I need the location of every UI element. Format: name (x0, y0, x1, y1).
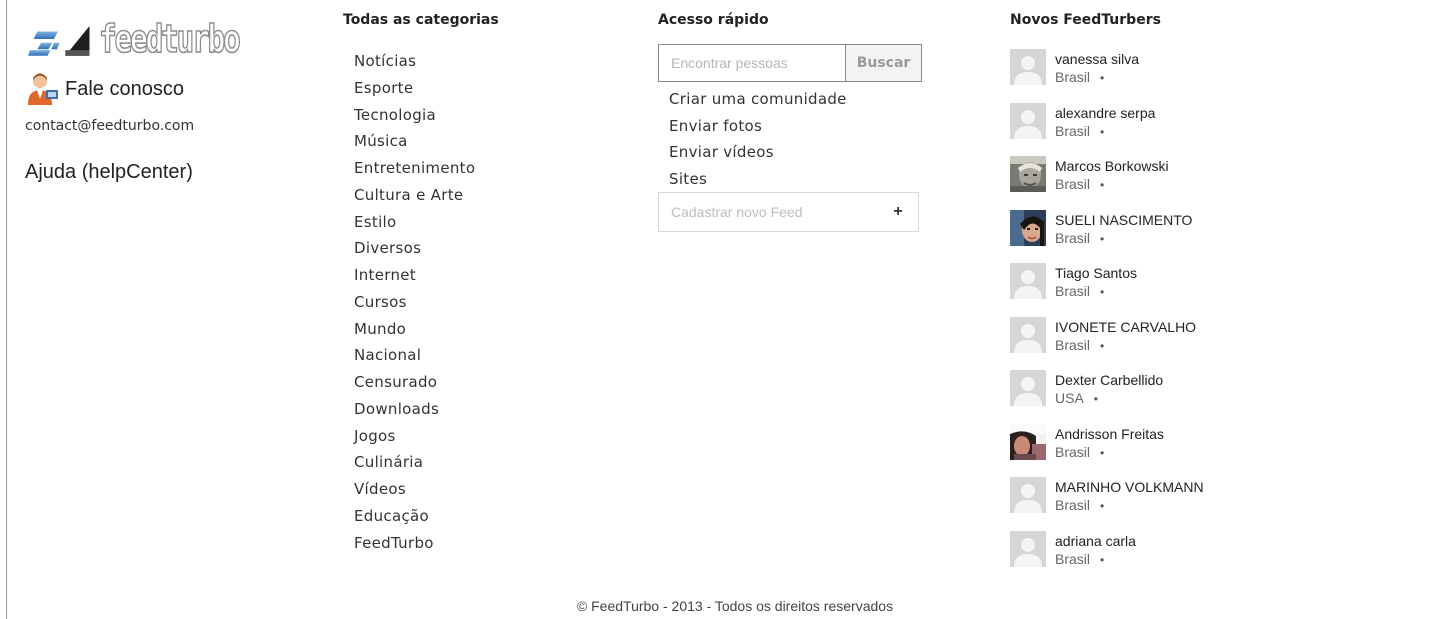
new-members-heading: Novos FeedTurbers (1010, 12, 1161, 28)
member-name[interactable]: MARINHO VOLKMANN (1055, 479, 1204, 495)
page-left-border (6, 0, 7, 619)
category-link-cultura-e-arte[interactable]: Cultura e Arte (354, 182, 475, 209)
quick-link-enviar-videos[interactable]: Enviar vídeos (669, 139, 847, 166)
member-avatar[interactable] (1010, 477, 1046, 513)
category-link-entretenimento[interactable]: Entretenimento (354, 155, 475, 182)
member-name[interactable]: adriana carla (1055, 533, 1136, 549)
member-bullet: • (1100, 178, 1105, 192)
contact-link[interactable]: Fale conosco (25, 72, 184, 106)
add-feed-button[interactable]: + (878, 203, 918, 221)
member-avatar[interactable] (1010, 370, 1046, 406)
category-link-esporte[interactable]: Esporte (354, 75, 475, 102)
member-bullet: • (1093, 392, 1098, 406)
category-link-censurado[interactable]: Censurado (354, 369, 475, 396)
people-search-form: Buscar (658, 44, 922, 82)
member-country-label: Brasil (1055, 69, 1091, 85)
member-avatar[interactable] (1010, 530, 1046, 567)
member-avatar[interactable] (1010, 316, 1046, 353)
member-country: Brasil • (1055, 444, 1104, 460)
member-bullet: • (1100, 445, 1105, 460)
member-name[interactable]: SUELI NASCIMENTO (1055, 212, 1192, 228)
category-link-culinaria[interactable]: Culinária (354, 449, 475, 476)
member-country: Brasil • (1055, 337, 1104, 353)
category-link-tecnologia[interactable]: Tecnologia (354, 102, 475, 129)
category-list: Notícias Esporte Tecnologia Música Entreteni… (354, 48, 475, 556)
category-link-videos[interactable]: Vídeos (354, 476, 475, 503)
member-country-label: Brasil (1055, 229, 1091, 246)
member-avatar[interactable] (1010, 263, 1046, 299)
contact-email[interactable]: contact@feedturbo.com (25, 118, 194, 134)
member-country-label: Brasil (1055, 336, 1091, 353)
member-avatar[interactable] (1010, 156, 1046, 192)
member-country: USA • (1055, 390, 1098, 406)
new-feed-input[interactable] (659, 204, 878, 220)
member-name[interactable]: Marcos Borkowski (1055, 158, 1169, 174)
member-name[interactable]: IVONETE CARVALHO (1055, 319, 1196, 335)
category-link-mundo[interactable]: Mundo (354, 316, 475, 343)
member-country: Brasil • (1055, 69, 1104, 85)
member-country-label: Brasil (1055, 550, 1091, 567)
category-link-feedturbo[interactable]: FeedTurbo (354, 530, 475, 557)
member-bullet: • (1100, 71, 1105, 85)
category-link-nacional[interactable]: Nacional (354, 342, 475, 369)
member-bullet: • (1100, 231, 1105, 246)
quick-access-list: Criar uma comunidade Enviar fotos Enviar v… (669, 86, 847, 193)
member-avatar[interactable] (1010, 49, 1046, 85)
search-button[interactable]: Buscar (845, 45, 921, 81)
member-country: Brasil • (1055, 176, 1104, 192)
member-country: Brasil • (1055, 551, 1104, 567)
category-link-jogos[interactable]: Jogos (354, 423, 475, 450)
member-avatar[interactable] (1010, 423, 1046, 460)
member-bullet: • (1100, 285, 1105, 299)
member-country-label: Brasil (1055, 443, 1091, 460)
member-avatar[interactable] (1010, 102, 1046, 139)
member-name[interactable]: vanessa silva (1055, 51, 1139, 67)
category-link-diversos[interactable]: Diversos (354, 235, 475, 262)
feedturbo-logo[interactable]: feedturbo (28, 16, 278, 62)
member-country: Brasil • (1055, 230, 1104, 246)
member-country-label: Brasil (1055, 283, 1091, 299)
contact-label: Fale conosco (65, 77, 184, 100)
member-country: Brasil • (1055, 283, 1104, 299)
member-country-label: USA (1055, 390, 1084, 406)
category-link-educacao[interactable]: Educação (354, 503, 475, 530)
member-country-label: Brasil (1055, 122, 1091, 139)
footer-copyright: © FeedTurbo - 2013 - Todos os direitos r… (576, 598, 894, 614)
support-person-icon (28, 73, 58, 105)
logo-mark-icon (28, 25, 90, 56)
member-bullet: • (1100, 499, 1105, 513)
category-link-musica[interactable]: Música (354, 128, 475, 155)
member-name[interactable]: alexandre serpa (1055, 105, 1155, 121)
member-country-label: Brasil (1055, 176, 1091, 192)
member-name[interactable]: Dexter Carbellido (1055, 372, 1163, 388)
quick-link-criar-uma-comunidade[interactable]: Criar uma comunidade (669, 86, 847, 113)
member-name[interactable]: Andrisson Freitas (1055, 426, 1164, 442)
people-search-input[interactable] (659, 45, 845, 81)
logo-wordmark: feedturbo (98, 16, 241, 62)
member-avatar[interactable] (1010, 209, 1046, 246)
category-link-noticias[interactable]: Notícias (354, 48, 475, 75)
help-center-link[interactable]: Ajuda (helpCenter) (25, 161, 193, 184)
quick-access-heading: Acesso rápido (658, 12, 769, 28)
quick-link-enviar-fotos[interactable]: Enviar fotos (669, 113, 847, 140)
member-bullet: • (1100, 124, 1105, 139)
member-bullet: • (1100, 552, 1105, 567)
member-bullet: • (1100, 338, 1105, 353)
member-country-label: Brasil (1055, 497, 1091, 513)
categories-heading: Todas as categorias (343, 12, 499, 28)
member-name[interactable]: Tiago Santos (1055, 265, 1137, 281)
member-country: Brasil • (1055, 123, 1104, 139)
category-link-estilo[interactable]: Estilo (354, 209, 475, 236)
category-link-downloads[interactable]: Downloads (354, 396, 475, 423)
quick-link-sites[interactable]: Sites (669, 166, 847, 193)
member-country: Brasil • (1055, 497, 1104, 513)
category-link-cursos[interactable]: Cursos (354, 289, 475, 316)
new-feed-form: + (658, 192, 919, 232)
category-link-internet[interactable]: Internet (354, 262, 475, 289)
